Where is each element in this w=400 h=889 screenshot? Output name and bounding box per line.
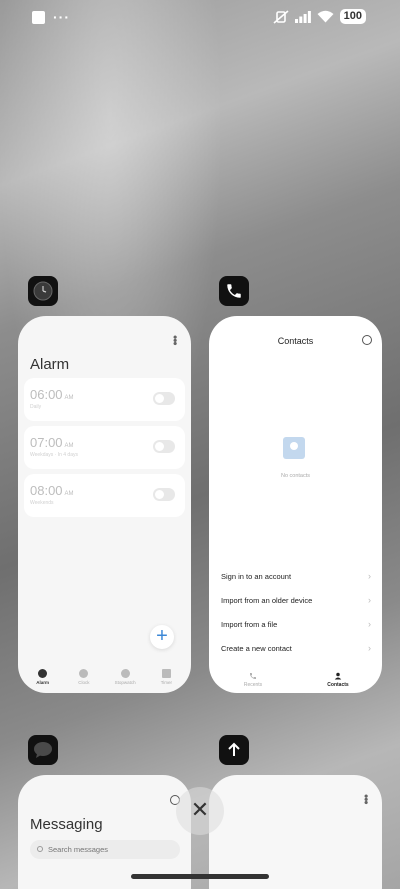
tab-clock[interactable]: Clock [64, 663, 104, 693]
gear-icon[interactable] [362, 335, 372, 345]
chevron-right-icon: › [368, 571, 371, 581]
tab-recents[interactable]: Recents [233, 672, 273, 688]
alarm-toggle[interactable] [153, 392, 175, 405]
messaging-app-icon[interactable] [28, 735, 58, 765]
alarm-repeat: Weekdays · In 4 days [30, 452, 78, 458]
search-icon [37, 846, 43, 852]
import-file-item[interactable]: Import from a file › [221, 619, 371, 629]
tab-contacts[interactable]: Contacts [318, 672, 358, 688]
search-input[interactable] [30, 840, 180, 859]
clear-all-button[interactable]: ✕ [176, 787, 224, 835]
contact-placeholder-icon [283, 437, 305, 459]
alarm-ampm: AM [64, 395, 74, 401]
home-indicator[interactable] [131, 874, 269, 879]
alarm-ampm: AM [64, 491, 74, 497]
phone-app-icon[interactable] [219, 276, 249, 306]
alarm-time: 08:00 [30, 483, 63, 498]
alarm-bottom-nav: Alarm Clock Stopwatch Timer [18, 663, 191, 693]
chevron-right-icon: › [368, 595, 371, 605]
sign-in-account-item[interactable]: Sign in to an account › [221, 571, 371, 581]
alarm-item[interactable]: 08:00 AM Weekends [24, 474, 185, 517]
messaging-app-card[interactable]: Messaging [18, 775, 191, 889]
upload-app-icon[interactable] [219, 735, 249, 765]
signal-icon [294, 10, 311, 23]
alarm-toggle[interactable] [153, 440, 175, 453]
recent-app-card[interactable]: ••• [209, 775, 382, 889]
alarm-toggle[interactable] [153, 488, 175, 501]
more-options-icon[interactable]: ••• [168, 335, 182, 345]
status-bar: ··· 100 [0, 0, 400, 36]
alarm-ampm: AM [64, 443, 74, 449]
alarm-repeat: Daily [30, 404, 42, 410]
tab-alarm[interactable]: Alarm [23, 663, 63, 693]
stopwatch-icon [120, 669, 130, 678]
notification-icon [32, 11, 45, 24]
page-title: Contacts [277, 336, 314, 346]
vibrate-off-icon [273, 9, 289, 24]
tab-timer[interactable]: Timer [146, 663, 186, 693]
create-contact-item[interactable]: Create a new contact › [221, 643, 371, 653]
phone-icon [250, 673, 256, 679]
empty-state-text: No contacts [280, 473, 311, 479]
add-alarm-button[interactable]: + [150, 625, 174, 649]
clock-icon [79, 669, 89, 678]
chevron-right-icon: › [368, 643, 371, 653]
alarm-repeat: Weekends [30, 500, 54, 506]
battery-indicator: 100 [339, 9, 366, 24]
tab-stopwatch[interactable]: Stopwatch [105, 663, 145, 693]
more-options-icon[interactable]: ••• [359, 794, 373, 804]
more-notifications-icon: ··· [53, 9, 70, 25]
timer-icon [161, 669, 171, 678]
alarm-item[interactable]: 06:00 AM Daily [24, 378, 185, 421]
page-title: Messaging [30, 816, 103, 833]
alarm-item[interactable]: 07:00 AM Weekdays · In 4 days [24, 426, 185, 469]
person-icon [334, 672, 342, 680]
wifi-icon [317, 10, 334, 23]
page-title: Alarm [30, 356, 70, 373]
chevron-right-icon: › [368, 619, 371, 629]
alarm-icon [38, 669, 48, 678]
alarm-time: 07:00 [30, 435, 63, 450]
alarm-app-card[interactable]: ••• Alarm 06:00 AM Daily 07:00 AM Weekdays… [18, 316, 191, 693]
alarm-time: 06:00 [30, 387, 63, 402]
import-older-device-item[interactable]: Import from an older device › [221, 595, 371, 605]
clock-app-icon[interactable] [28, 276, 58, 306]
contacts-app-card[interactable]: Contacts No contacts Sign in to an accou… [209, 316, 382, 693]
